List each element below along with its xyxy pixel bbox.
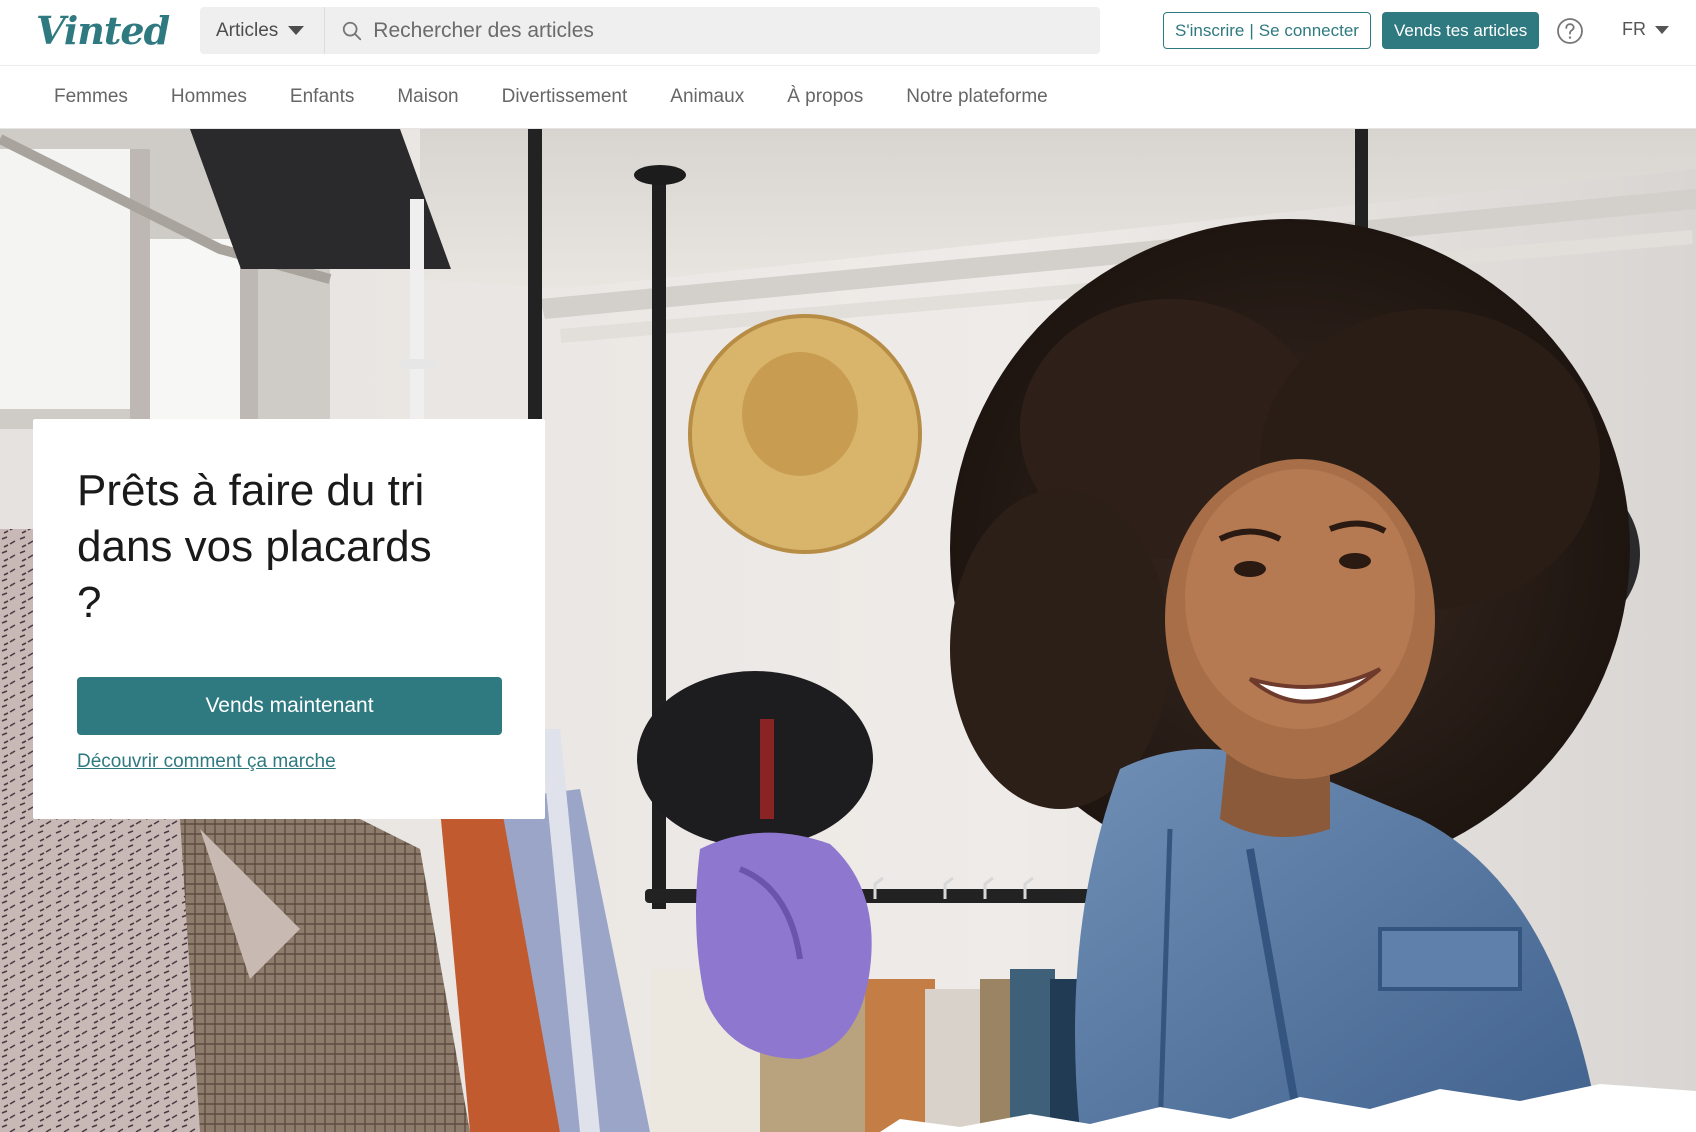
nav-item-divertissement[interactable]: Divertissement <box>482 86 648 108</box>
auth-separator: | <box>1249 20 1254 40</box>
signup-login-button[interactable]: S'inscrire | Se connecter <box>1163 12 1371 49</box>
language-label: FR <box>1622 19 1646 39</box>
language-selector[interactable]: FR <box>1622 19 1669 40</box>
top-header: Vinted Articles S'inscrire | Se connecte… <box>0 0 1696 65</box>
vinted-logo[interactable]: Vinted <box>36 8 170 53</box>
nav-item-enfants[interactable]: Enfants <box>270 86 374 108</box>
search-icon <box>343 21 362 40</box>
nav-item-femmes[interactable]: Femmes <box>34 86 148 108</box>
signup-label[interactable]: S'inscrire <box>1175 21 1244 41</box>
chevron-down-icon <box>288 26 305 35</box>
search-input[interactable] <box>373 18 1074 43</box>
sell-items-button[interactable]: Vends tes articles <box>1382 12 1540 49</box>
category-nav: Femmes Hommes Enfants Maison Divertissem… <box>0 65 1696 129</box>
login-label[interactable]: Se connecter <box>1259 21 1359 41</box>
sell-now-button[interactable]: Vends maintenant <box>77 677 502 735</box>
hero-banner: Prêts à faire du tri dans vos placards ?… <box>0 129 1696 1132</box>
help-icon[interactable] <box>1556 17 1584 45</box>
how-it-works-link[interactable]: Découvrir comment ça marche <box>77 751 336 773</box>
nav-item-maison[interactable]: Maison <box>377 86 478 108</box>
nav-item-notre-plateforme[interactable]: Notre plateforme <box>886 86 1068 108</box>
category-select-label: Articles <box>216 19 279 41</box>
search-bar: Articles <box>200 7 1100 54</box>
hero-title: Prêts à faire du tri dans vos placards ? <box>77 466 432 627</box>
nav-item-a-propos[interactable]: À propos <box>767 86 883 108</box>
nav-item-animaux[interactable]: Animaux <box>650 86 764 108</box>
hero-card: Prêts à faire du tri dans vos placards ?… <box>33 419 545 819</box>
chevron-down-icon <box>1655 25 1669 34</box>
nav-item-hommes[interactable]: Hommes <box>151 86 267 108</box>
category-select[interactable]: Articles <box>200 7 326 54</box>
